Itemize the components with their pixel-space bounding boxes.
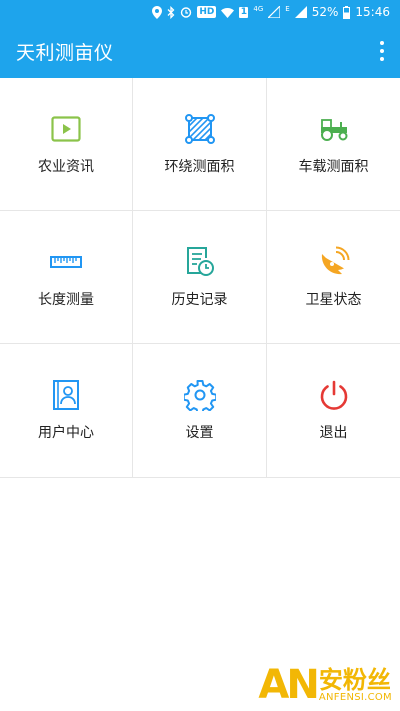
sim-badge: 1 [239,6,249,18]
grid-item-label: 农业资讯 [38,159,94,175]
power-icon [317,378,351,412]
watermark-en: ANFENSI.COM [318,692,392,703]
location-icon [152,5,163,19]
wifi-icon [221,7,235,18]
grid-item-label: 卫星状态 [305,292,362,308]
clock-time: 15:46 [355,5,390,19]
more-vert-icon[interactable] [376,41,388,61]
bluetooth-icon [167,5,175,19]
watermark: AN 安粉丝 ANFENSI.COM [258,665,392,705]
status-bar: HD 1 4G E 52% 15:46 [0,0,400,24]
grid-item-news[interactable]: 农业资讯 [0,78,133,211]
network-e-label: E [285,5,290,13]
signal-icon [268,6,281,18]
grid-item-label: 退出 [319,425,348,441]
ruler-icon [49,245,83,279]
feature-grid: 农业资讯 环绕测面积 车载测面积 长度测量 历史记录 卫星状态 用户中心 设置 … [0,78,400,478]
network-4g-label: 4G [253,5,264,13]
app-bar: 天利测亩仪 [0,24,400,78]
hd-badge: HD [197,6,217,18]
watermark-cn: 安粉丝 [318,666,391,694]
grid-item-label: 历史记录 [171,292,228,308]
grid-item-settings[interactable]: 设置 [133,344,267,477]
grid-item-label: 车载测面积 [298,159,369,175]
grid-item-label: 用户中心 [38,425,94,441]
satellite-dish-icon [317,245,351,279]
grid-item-user-center[interactable]: 用户中心 [0,344,133,477]
grid-item-label: 长度测量 [38,292,94,308]
grid-item-vehicle-area[interactable]: 车载测面积 [267,78,400,211]
grid-item-surround-area[interactable]: 环绕测面积 [133,78,267,211]
grid-item-exit[interactable]: 退出 [267,344,400,477]
grid-item-satellite[interactable]: 卫星状态 [267,211,400,344]
grid-item-length[interactable]: 长度测量 [0,211,133,344]
tractor-icon [317,112,351,146]
battery-icon [343,5,351,19]
grid-item-history[interactable]: 历史记录 [133,211,267,344]
area-polygon-icon [183,112,217,146]
grid-item-label: 设置 [185,425,214,441]
video-news-icon [49,112,83,146]
alarm-icon [180,6,192,18]
watermark-text: 安粉丝 ANFENSI.COM [319,667,392,703]
signal-icon-2 [294,6,307,18]
gear-icon [183,378,217,412]
grid-item-label: 环绕测面积 [164,159,235,175]
watermark-logo: AN [258,662,319,708]
app-title: 天利测亩仪 [16,41,114,64]
user-contact-icon [49,378,83,412]
history-doc-icon [183,245,217,279]
battery-percent: 52% [311,5,339,19]
